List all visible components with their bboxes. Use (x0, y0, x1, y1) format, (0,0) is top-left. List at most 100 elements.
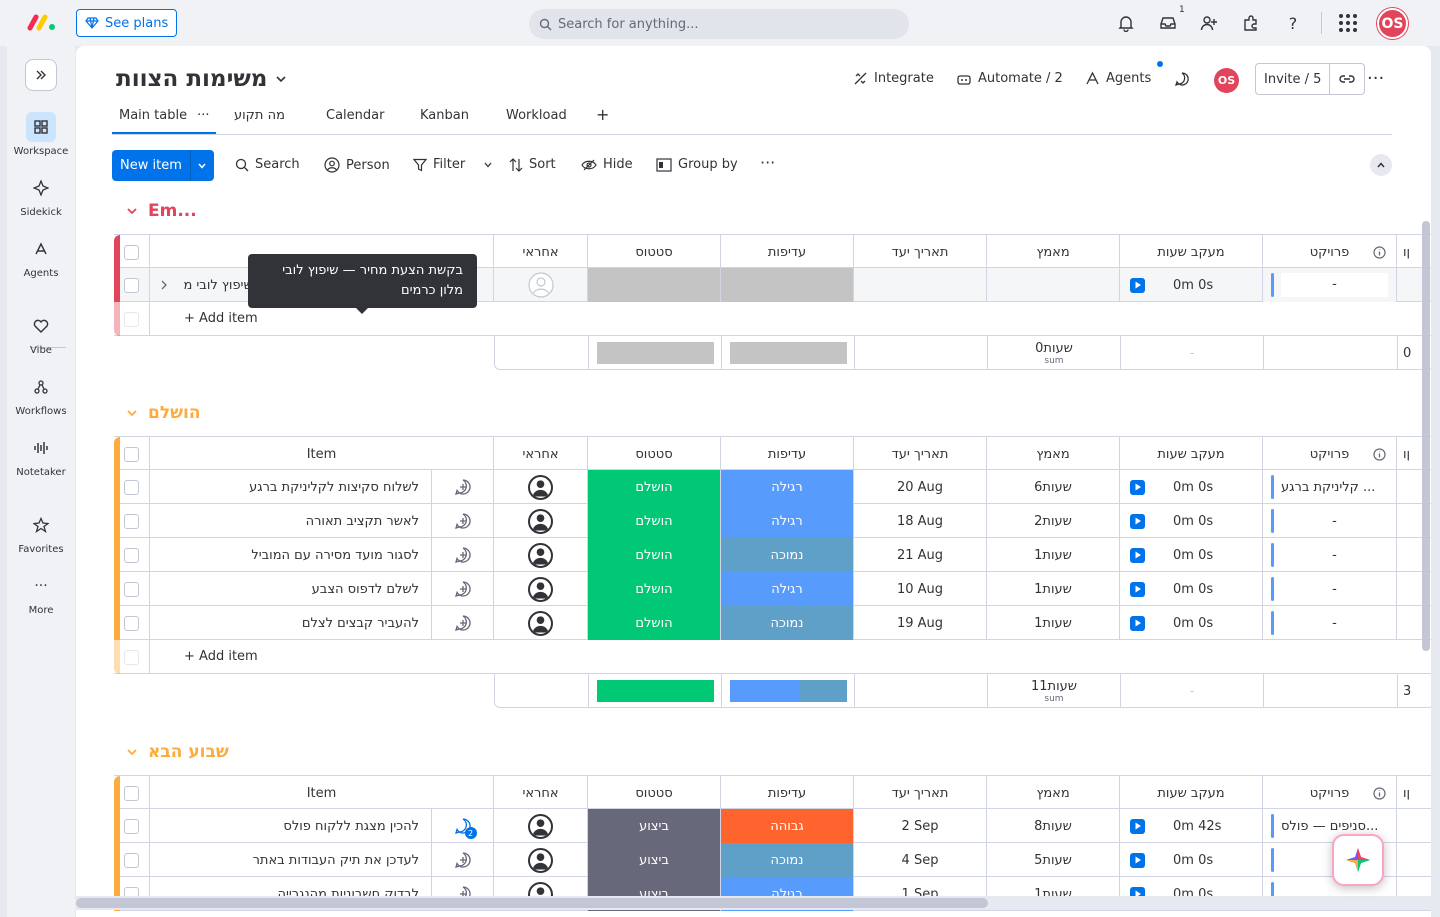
new-item-button[interactable]: New item (112, 150, 214, 181)
due-date-cell[interactable]: 18 Aug (854, 504, 987, 538)
chevron-down-icon[interactable] (126, 407, 138, 419)
item-name[interactable]: לעדכן את תיק העבודות באתר (253, 853, 419, 868)
integrate-button[interactable]: Integrate (853, 71, 934, 86)
play-icon[interactable] (1130, 581, 1145, 597)
global-search-input[interactable] (558, 16, 878, 32)
search-button[interactable]: Search (235, 157, 300, 172)
tab-main-table[interactable]: Main table ··· (112, 108, 216, 134)
effort-cell[interactable]: 5שעות (987, 843, 1120, 877)
add-update-icon[interactable]: 2 (454, 817, 477, 839)
priority-cell[interactable] (721, 268, 854, 302)
play-icon[interactable] (1130, 547, 1145, 563)
time-tracking-cell[interactable]: 0m 0s (1120, 504, 1263, 538)
effort-cell[interactable] (987, 268, 1120, 302)
item-name[interactable]: להכין מצגת ללקוח פולס (283, 819, 419, 834)
link-icon[interactable] (1330, 74, 1364, 84)
status-cell[interactable]: הושלם (588, 470, 721, 504)
user-avatar[interactable]: OS (1377, 8, 1408, 39)
column-header-status[interactable]: סטטוס (588, 776, 721, 810)
filter-button[interactable]: Filter (413, 157, 493, 172)
column-header-effort[interactable]: מאמץ (987, 437, 1120, 471)
nav-vibe[interactable]: Vibe (7, 311, 75, 356)
owner-cell[interactable] (494, 470, 588, 504)
column-header-status[interactable]: סטטוס (588, 437, 721, 471)
help-icon[interactable]: ? (1282, 12, 1304, 34)
updates-cell[interactable] (432, 606, 494, 640)
comment-icon[interactable] (1174, 71, 1190, 87)
select-all-checkbox[interactable] (124, 244, 139, 260)
project-cell[interactable]: - (1263, 504, 1397, 538)
time-tracking-cell[interactable]: 0m 0s (1120, 606, 1263, 640)
owner-avatar-icon[interactable] (528, 576, 553, 602)
play-icon[interactable] (1130, 513, 1145, 529)
column-header-project[interactable]: פרויקט (1263, 235, 1397, 269)
item-name-cell[interactable]: לסגור מועד מסירה עם המוביל (150, 538, 432, 572)
owner-cell[interactable] (494, 538, 588, 572)
priority-cell[interactable]: רגילה (721, 572, 854, 606)
invite-button[interactable]: Invite / 5 (1255, 63, 1366, 95)
item-name[interactable]: לאשר תקציב תאורה (306, 514, 419, 529)
owner-avatar-icon[interactable] (528, 847, 553, 873)
inbox-icon[interactable] (1157, 12, 1179, 34)
time-tracking-cell[interactable]: 0m 0s (1120, 538, 1263, 572)
chevron-down-icon[interactable] (483, 160, 493, 170)
updates-cell[interactable] (432, 572, 494, 606)
due-date-cell[interactable]: 21 Aug (854, 538, 987, 572)
due-date-cell[interactable]: 19 Aug (854, 606, 987, 640)
row-checkbox[interactable] (124, 852, 139, 868)
nav-favorites[interactable]: Favorites (7, 510, 75, 555)
priority-cell[interactable]: רגילה (721, 504, 854, 538)
owner-cell[interactable] (494, 843, 588, 877)
owner-avatar-icon[interactable] (528, 542, 553, 568)
add-update-icon[interactable] (454, 546, 472, 564)
play-icon[interactable] (1130, 615, 1145, 631)
priority-cell[interactable]: רגילה (721, 470, 854, 504)
select-all-checkbox[interactable] (124, 785, 139, 801)
priority-cell[interactable]: גבוהה (721, 809, 854, 843)
owner-cell[interactable] (494, 268, 588, 302)
owner-avatar-icon[interactable] (528, 508, 553, 534)
apps-grid-icon[interactable] (1337, 12, 1359, 34)
project-cell[interactable]: - (1263, 572, 1397, 606)
global-search[interactable] (529, 9, 909, 39)
info-icon[interactable] (1373, 245, 1386, 259)
updates-cell[interactable] (432, 470, 494, 504)
horizontal-scrollbar-thumb[interactable] (76, 898, 988, 908)
column-header-due[interactable]: תאריך יעד (854, 437, 987, 471)
chevron-down-icon[interactable] (126, 746, 138, 758)
table-row[interactable]: לאשר תקציב תאורה הושלם רגילה 18 Aug 2שעות 0m … (114, 504, 1431, 538)
horizontal-scrollbar[interactable] (76, 896, 1431, 910)
due-date-cell[interactable]: 4 Sep (854, 843, 987, 877)
add-update-icon[interactable] (454, 580, 472, 598)
item-name-cell[interactable]: להכין מצגת ללקוח פולס (150, 809, 432, 843)
effort-cell[interactable]: 1שעות (987, 606, 1120, 640)
time-tracking-cell[interactable]: 0m 42s (1120, 809, 1263, 843)
column-header-owner[interactable]: אחראי (494, 235, 588, 269)
column-header-owner[interactable]: אחראי (494, 437, 588, 471)
column-header-project[interactable]: פרויקט (1263, 776, 1397, 810)
info-icon[interactable] (1373, 447, 1386, 461)
chevron-right-icon[interactable] (160, 280, 168, 290)
status-cell[interactable]: ביצוע (588, 809, 721, 843)
more-options-icon[interactable]: ··· (1367, 68, 1384, 89)
bell-icon[interactable] (1115, 12, 1137, 34)
toolbar-more-icon[interactable]: ··· (760, 153, 775, 172)
item-name[interactable]: לסגור מועד מסירה עם המוביל (251, 548, 419, 563)
group-by-button[interactable]: Group by (656, 157, 738, 172)
due-date-cell[interactable]: 10 Aug (854, 572, 987, 606)
project-cell[interactable]: - (1263, 538, 1397, 572)
play-icon[interactable] (1130, 277, 1145, 293)
column-header-due[interactable]: תאריך יעד (854, 776, 987, 810)
time-tracking-cell[interactable]: 0m 0s (1120, 470, 1263, 504)
row-checkbox[interactable] (124, 818, 139, 834)
owner-cell[interactable] (494, 572, 588, 606)
due-date-cell[interactable] (854, 268, 987, 302)
table-row[interactable]: לשלוח סקיצות לקליניקת ברגע הושלם רגילה 20 A… (114, 470, 1431, 504)
add-update-icon[interactable] (454, 512, 472, 530)
column-header-owner[interactable]: אחראי (494, 776, 588, 810)
column-header-time[interactable]: מעקב שעות (1120, 437, 1263, 471)
hide-button[interactable]: Hide (581, 157, 633, 172)
item-name-cell[interactable]: לאשר תקציב תאורה (150, 504, 432, 538)
column-header-priority[interactable]: עדיפות (721, 776, 854, 810)
add-item-row[interactable]: + Add item (114, 640, 1431, 674)
